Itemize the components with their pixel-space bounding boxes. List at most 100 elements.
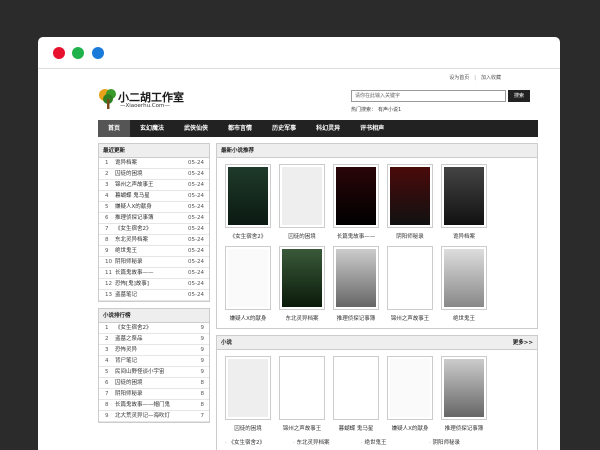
list-item[interactable]: 4 暮蝴蝶 鬼马星 05-24: [99, 191, 209, 202]
book-title[interactable]: 锦州之声故事王: [275, 424, 329, 432]
book-cover[interactable]: [279, 356, 325, 420]
list-item[interactable]: 12 恐怖[鬼]故事] 05-24: [99, 279, 209, 290]
nav-item-wuxia[interactable]: 武侠仙侠: [174, 120, 218, 137]
close-window-button[interactable]: [53, 47, 65, 59]
book-title[interactable]: 阴阳师秘录: [383, 232, 437, 240]
book-cover[interactable]: [279, 164, 325, 228]
list-item[interactable]: 1 诡异档案 05-24: [99, 158, 209, 169]
nav-item-scifi[interactable]: 科幻灵异: [306, 120, 350, 137]
novel-link[interactable]: 《女生宿舍2》: [225, 438, 293, 449]
item-title[interactable]: 《女生宿舍2》: [115, 325, 152, 331]
item-title[interactable]: 推理侦探记事簿: [115, 215, 154, 221]
item-title[interactable]: 绝世鬼王: [115, 248, 137, 254]
book-cover[interactable]: [441, 246, 487, 310]
nav-item-urban[interactable]: 都市言情: [218, 120, 262, 137]
book-cover[interactable]: [279, 246, 325, 310]
list-item[interactable]: 7 《女生宿舍2》 05-24: [99, 224, 209, 235]
book-title[interactable]: 锦州之声故事王: [383, 314, 437, 322]
book-title[interactable]: 推理侦探记事簿: [437, 424, 491, 432]
list-item[interactable]: 8 长篇鬼故事——帽门鬼 8: [99, 400, 209, 411]
item-title[interactable]: 锦州之声故事王: [115, 182, 154, 188]
book-title[interactable]: 囚徒的困境: [275, 232, 329, 240]
more-link[interactable]: 更多>>: [513, 336, 533, 350]
book-cover[interactable]: [387, 164, 433, 228]
site-logo[interactable]: 小二胡工作室 —Xiaoerhu.Com—: [98, 86, 188, 114]
book-title[interactable]: 推理侦探记事簿: [329, 314, 383, 322]
book-title[interactable]: 暮蝴蝶 鬼马星: [329, 424, 383, 432]
maximize-window-button[interactable]: [92, 47, 104, 59]
book-card[interactable]: 嫌疑人X的献身: [383, 356, 437, 438]
book-card[interactable]: 绝世鬼王: [437, 246, 491, 328]
book-title[interactable]: 诡异档案: [437, 232, 491, 240]
item-title[interactable]: 东北灵异档案: [115, 237, 148, 243]
book-title[interactable]: 嫌疑人X的献身: [221, 314, 275, 322]
list-item[interactable]: 1 《女生宿舍2》 9: [99, 323, 209, 334]
book-title[interactable]: 嫌疑人X的献身: [383, 424, 437, 432]
item-title[interactable]: 阴阳师秘录: [115, 391, 143, 397]
list-item[interactable]: 9 绝世鬼王 05-24: [99, 246, 209, 257]
search-input[interactable]: [351, 90, 506, 102]
list-item[interactable]: 6 推理侦探记事簿 05-24: [99, 213, 209, 224]
nav-item-storytelling[interactable]: 评书相声: [350, 120, 394, 137]
book-cover[interactable]: [225, 164, 271, 228]
book-card[interactable]: 《女生宿舍2》: [221, 164, 275, 246]
item-title[interactable]: 盗墓笔记: [115, 292, 137, 298]
novel-link[interactable]: 绝世鬼王: [361, 438, 429, 449]
book-card[interactable]: 囚徒的困境: [221, 356, 275, 438]
list-item[interactable]: 3 恐怖灵异 9: [99, 345, 209, 356]
book-card[interactable]: 推理侦探记事簿: [437, 356, 491, 438]
book-cover[interactable]: [441, 164, 487, 228]
item-title[interactable]: 《女生宿舍2》: [115, 226, 152, 232]
list-item[interactable]: 3 锦州之声故事王 05-24: [99, 180, 209, 191]
book-title[interactable]: 绝世鬼王: [437, 314, 491, 322]
book-cover[interactable]: [333, 246, 379, 310]
search-button[interactable]: 搜索: [508, 90, 530, 102]
book-cover[interactable]: [441, 356, 487, 420]
item-title[interactable]: 北大荒灵异记—海吹灯: [115, 413, 170, 419]
item-title[interactable]: 嫌疑人X的献身: [115, 204, 152, 210]
item-title[interactable]: 长篇鬼故事——: [115, 270, 154, 276]
book-card[interactable]: 诡异档案: [437, 164, 491, 246]
book-title[interactable]: 《女生宿舍2》: [221, 232, 275, 240]
item-title[interactable]: 囚徒的困境: [115, 171, 143, 177]
minimize-window-button[interactable]: [72, 47, 84, 59]
novel-link[interactable]: 阴阳师秘录: [429, 438, 497, 449]
list-item[interactable]: 5 民间山野怪谈小宇宙 9: [99, 367, 209, 378]
nav-item-history[interactable]: 历史军事: [262, 120, 306, 137]
list-item[interactable]: 2 囚徒的困境 05-24: [99, 169, 209, 180]
novel-link[interactable]: 东北灵异档案: [293, 438, 361, 449]
book-card[interactable]: 锦州之声故事王: [383, 246, 437, 328]
book-card[interactable]: 阴阳师秘录: [383, 164, 437, 246]
nav-item-fantasy[interactable]: 玄幻魔法: [130, 120, 174, 137]
book-cover[interactable]: [225, 356, 271, 420]
item-title[interactable]: 长篇鬼故事——帽门鬼: [115, 402, 170, 408]
item-title[interactable]: 阴阳师秘录: [115, 259, 143, 265]
item-title[interactable]: 囚徒的困境: [115, 380, 143, 386]
list-item[interactable]: 2 盗墓之祭品 9: [99, 334, 209, 345]
list-item[interactable]: 10 阴阳师秘录 05-24: [99, 257, 209, 268]
book-card[interactable]: 囚徒的困境: [275, 164, 329, 246]
book-title[interactable]: 囚徒的困境: [221, 424, 275, 432]
add-favorite-link[interactable]: 加入收藏: [481, 75, 501, 81]
set-home-link[interactable]: 设为首页: [449, 75, 469, 81]
book-title[interactable]: 东北灵异档案: [275, 314, 329, 322]
list-item[interactable]: 13 盗墓笔记 05-24: [99, 290, 209, 301]
list-item[interactable]: 11 长篇鬼故事—— 05-24: [99, 268, 209, 279]
item-title[interactable]: 恐怖灵异: [115, 347, 137, 353]
item-title[interactable]: 民间山野怪谈小宇宙: [115, 369, 165, 375]
book-card[interactable]: 东北灵异档案: [275, 246, 329, 328]
list-item[interactable]: 6 囚徒的困境 8: [99, 378, 209, 389]
book-card[interactable]: 锦州之声故事王: [275, 356, 329, 438]
book-cover[interactable]: [225, 246, 271, 310]
book-title[interactable]: 长篇鬼故事——: [329, 232, 383, 240]
item-title[interactable]: 诡异档案: [115, 160, 137, 166]
book-card[interactable]: 长篇鬼故事——: [329, 164, 383, 246]
item-title[interactable]: 恐怖[鬼]故事]: [115, 281, 149, 287]
list-item[interactable]: 5 嫌疑人X的献身 05-24: [99, 202, 209, 213]
list-item[interactable]: 9 北大荒灵异记—海吹灯 7: [99, 411, 209, 422]
book-card[interactable]: 暮蝴蝶 鬼马星: [329, 356, 383, 438]
book-card[interactable]: 嫌疑人X的献身: [221, 246, 275, 328]
book-cover[interactable]: [387, 246, 433, 310]
nav-item-home[interactable]: 首页: [98, 120, 131, 137]
hot-search-link[interactable]: 有声小说1: [378, 107, 401, 113]
